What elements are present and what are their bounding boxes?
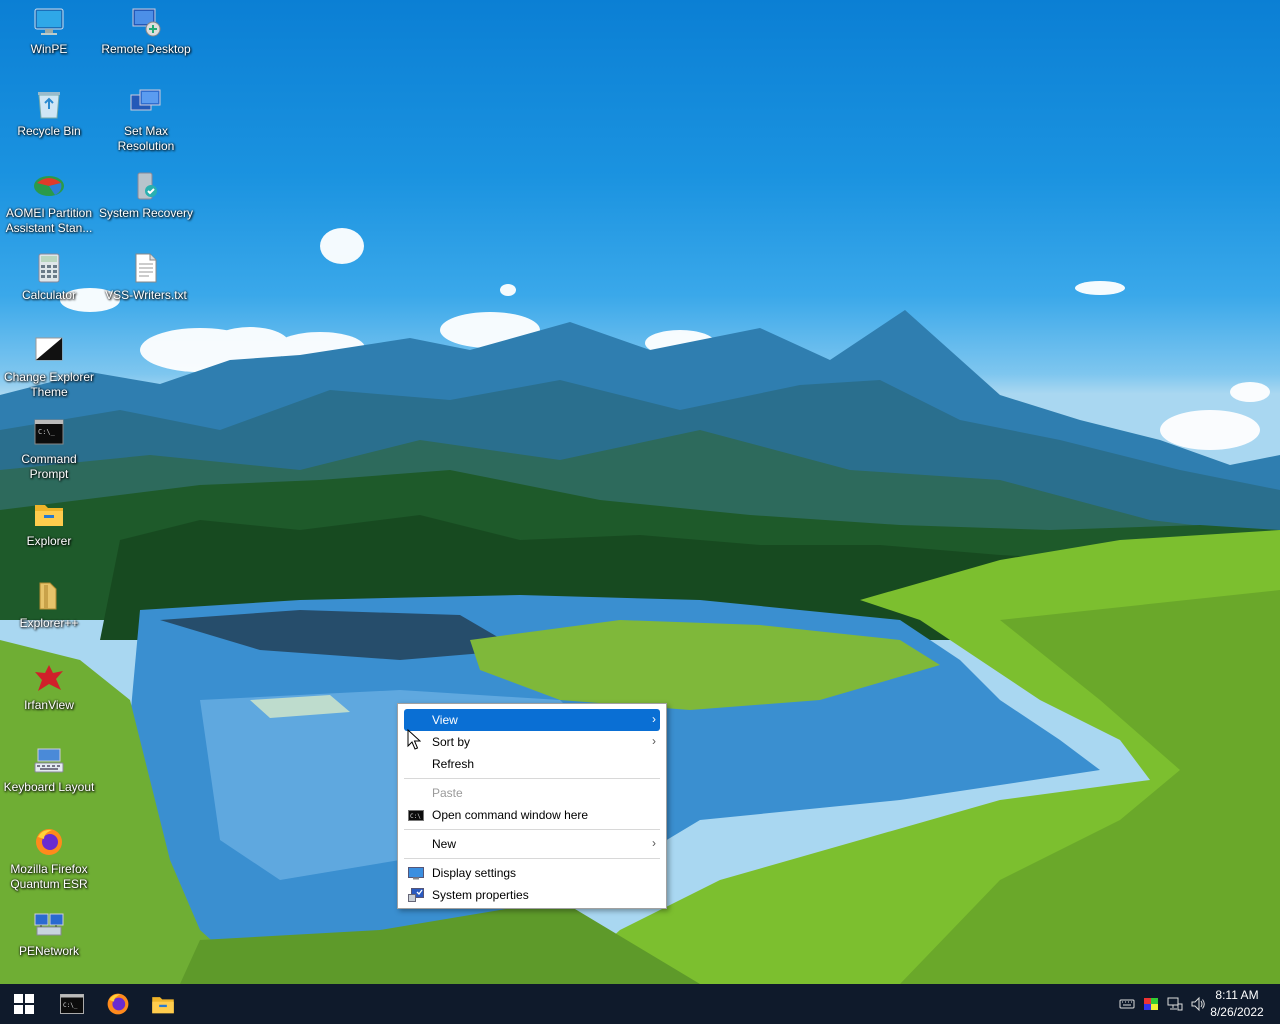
menu-item-label: System properties xyxy=(432,888,529,902)
explorer-plus-icon xyxy=(33,580,65,612)
svg-text:C:\_: C:\_ xyxy=(63,1002,78,1009)
desktop-icon-label: Set Max Resolution xyxy=(117,124,175,153)
desktop-icon-firefox[interactable]: Mozilla Firefox Quantum ESR xyxy=(1,826,97,892)
color-palette-icon[interactable] xyxy=(1143,996,1159,1012)
desktop-icon-explorer-plus-plus[interactable]: Explorer++ xyxy=(1,580,97,631)
chevron-right-icon: › xyxy=(652,836,656,850)
theme-icon xyxy=(33,334,65,366)
desktop-icon-label: Change Explorer Theme xyxy=(3,370,95,399)
desktop-icon-label: Recycle Bin xyxy=(17,124,81,138)
windows-logo-icon xyxy=(14,994,34,1014)
desktop-icon-recycle-bin[interactable]: Recycle Bin xyxy=(1,88,97,139)
display-icon xyxy=(408,866,424,880)
desktop-icon-vss-writers[interactable]: VSS-Writers.txt xyxy=(98,252,194,303)
menu-item-label: View xyxy=(432,713,458,727)
mouse-cursor-icon xyxy=(407,729,421,750)
taskbar-command-prompt-button[interactable]: C:\_ xyxy=(50,984,94,1024)
desktop-icon-label: VSS-Writers.txt xyxy=(105,288,187,302)
menu-item-label: Display settings xyxy=(432,866,517,880)
taskbar-file-explorer-button[interactable] xyxy=(141,984,185,1024)
menu-item-label: Sort by xyxy=(432,735,471,749)
set-resolution-icon xyxy=(130,88,162,120)
desktop-icon-label: System Recovery xyxy=(98,206,194,220)
desktop-icon-winpe[interactable]: WinPE xyxy=(1,6,97,57)
desktop-icon-change-explorer-theme[interactable]: Change Explorer Theme xyxy=(1,334,97,400)
monitor-icon xyxy=(33,6,65,38)
keyboard-icon xyxy=(33,744,65,776)
menu-item-sort-by[interactable]: Sort by › xyxy=(404,731,660,753)
desktop-icon-set-max-resolution[interactable]: Set Max Resolution xyxy=(98,88,194,154)
desktop-icon-keyboard-layout[interactable]: Keyboard Layout xyxy=(1,744,97,795)
desktop-icon-label: Calculator xyxy=(21,288,77,302)
desktop-icon-label: Explorer xyxy=(26,534,72,548)
desktop-icon-explorer[interactable]: Explorer xyxy=(1,498,97,549)
menu-item-open-command-window[interactable]: C:\ Open command window here xyxy=(404,804,660,826)
calculator-icon xyxy=(33,252,65,284)
desktop-icon-remote-desktop[interactable]: Remote Desktop xyxy=(98,6,194,57)
menu-item-label: Open command window here xyxy=(432,808,589,822)
system-properties-icon xyxy=(408,888,424,902)
command-prompt-icon: C:\_ xyxy=(33,416,65,448)
desktop-icon-label: IrfanView xyxy=(24,698,74,712)
menu-item-display-settings[interactable]: Display settings xyxy=(404,862,660,884)
desktop-icon-label: Explorer++ xyxy=(19,616,79,630)
desktop-icon-label: PENetwork xyxy=(18,944,80,958)
firefox-icon xyxy=(33,826,65,858)
menu-item-new[interactable]: New › xyxy=(404,833,660,855)
desktop-icon-system-recovery[interactable]: System Recovery xyxy=(98,170,194,221)
desktop-icon-label: Remote Desktop xyxy=(101,42,191,56)
command-prompt-icon: C:\_ xyxy=(60,994,84,1014)
desktop-icon-label: AOMEI Partition Assistant Stan... xyxy=(5,206,93,235)
start-button[interactable] xyxy=(2,984,46,1024)
irfanview-icon xyxy=(33,662,65,694)
taskbar-clock[interactable]: 8:11 AM 8/26/2022 xyxy=(1202,987,1272,1021)
desktop-icon-aomei[interactable]: AOMEI Partition Assistant Stan... xyxy=(1,170,97,236)
remote-desktop-icon xyxy=(130,6,162,38)
menu-item-label: Paste xyxy=(432,786,463,800)
menu-item-system-properties[interactable]: System properties xyxy=(404,884,660,906)
desktop-icon-label: WinPE xyxy=(30,42,68,56)
menu-separator xyxy=(404,858,660,859)
firefox-icon xyxy=(107,993,129,1015)
cmd-icon: C:\ xyxy=(408,808,424,822)
menu-item-refresh[interactable]: Refresh xyxy=(404,753,660,775)
desktop-icon-irfanview[interactable]: IrfanView xyxy=(1,662,97,713)
desktop-icon-calculator[interactable]: Calculator xyxy=(1,252,97,303)
taskbar-firefox-button[interactable] xyxy=(96,984,140,1024)
taskbar: C:\_ 8:11 AM 8/26/2022 xyxy=(0,984,1280,1024)
clock-date: 8/26/2022 xyxy=(1210,1005,1264,1019)
menu-separator xyxy=(404,829,660,830)
network-icon xyxy=(33,908,65,940)
keyboard-icon[interactable] xyxy=(1119,996,1135,1012)
desktop-context-menu: View › Sort by › Refresh Paste C:\ Open … xyxy=(397,703,667,909)
menu-item-view[interactable]: View › xyxy=(404,709,660,731)
recycle-bin-icon xyxy=(33,88,65,120)
svg-text:C:\_: C:\_ xyxy=(38,428,56,436)
network-icon[interactable] xyxy=(1167,996,1183,1012)
menu-item-label: New xyxy=(432,837,457,851)
desktop-icon-label: Mozilla Firefox Quantum ESR xyxy=(10,862,88,891)
folder-icon xyxy=(152,997,174,1014)
chevron-right-icon: › xyxy=(652,712,656,726)
desktop-icon-command-prompt[interactable]: C:\_ Command Prompt xyxy=(1,416,97,482)
desktop-icon-label: Command Prompt xyxy=(21,452,77,481)
menu-item-paste[interactable]: Paste xyxy=(404,782,660,804)
aomei-icon xyxy=(33,170,65,202)
svg-text:C:\: C:\ xyxy=(410,813,421,820)
system-recovery-icon xyxy=(130,170,162,202)
desktop-icon-penetwork[interactable]: PENetwork xyxy=(1,908,97,959)
text-file-icon xyxy=(130,252,162,284)
chevron-right-icon: › xyxy=(652,734,656,748)
folder-icon xyxy=(33,498,65,530)
clock-time: 8:11 AM xyxy=(1215,988,1259,1002)
menu-item-label: Refresh xyxy=(432,757,475,771)
menu-separator xyxy=(404,778,660,779)
desktop-icon-label: Keyboard Layout xyxy=(3,780,95,794)
